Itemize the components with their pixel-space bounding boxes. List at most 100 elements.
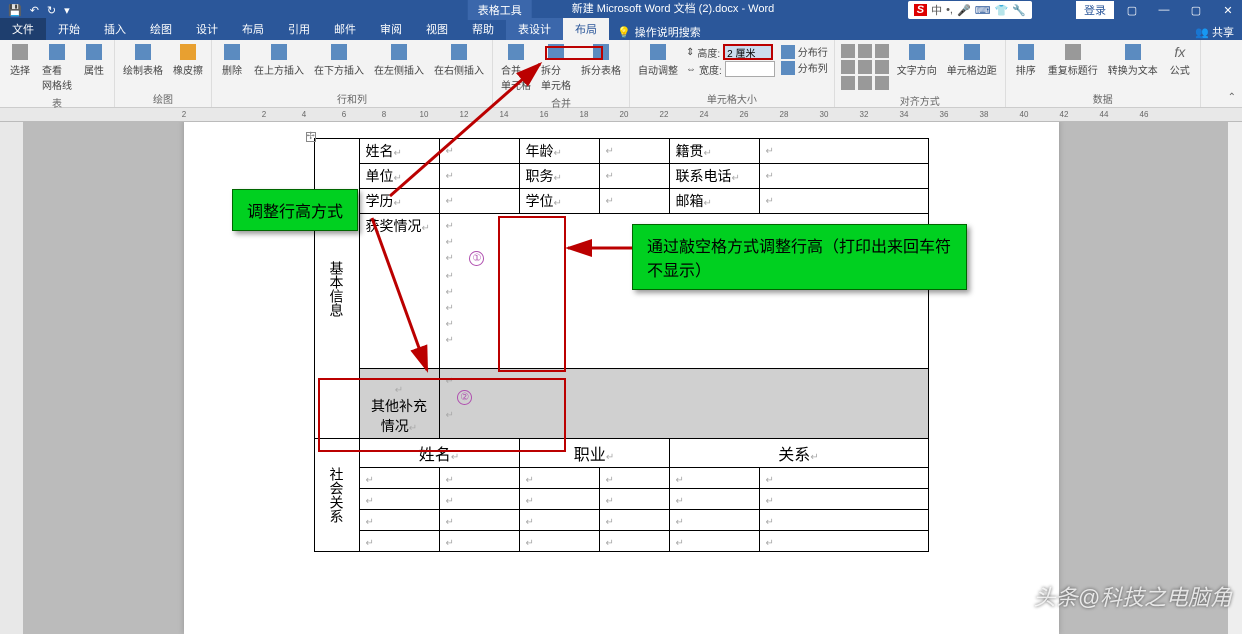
align-ml-icon[interactable]	[841, 60, 855, 74]
text-direction-button[interactable]: 文字方向	[893, 42, 941, 79]
watermark: 头条@科技之电脑角	[1034, 580, 1232, 612]
empty-cell[interactable]: ↵	[766, 146, 774, 157]
ribbon-options-icon[interactable]: ▢	[1118, 0, 1146, 20]
height-input[interactable]	[723, 44, 773, 60]
repeat-header-button[interactable]: 重复标题行	[1044, 42, 1102, 79]
cell-degree[interactable]: 学位	[526, 193, 554, 209]
table-row[interactable]: ↵↵↵↵↵↵	[314, 489, 928, 510]
document-table[interactable]: 基本信息 姓名↵ ↵ 年龄↵ ↵ 籍贯↵ ↵ 单位↵ ↵ 职务↵ ↵ 联系电话↵…	[314, 138, 929, 552]
hdr-relation[interactable]: 关系	[778, 447, 810, 464]
group-table: 选择 查看 网格线 属性 表	[0, 40, 115, 107]
tab-draw[interactable]: 绘图	[138, 18, 184, 40]
merge-cells-button[interactable]: 合并 单元格	[497, 42, 535, 94]
login-button[interactable]: 登录	[1076, 1, 1114, 19]
tab-home[interactable]: 开始	[46, 18, 92, 40]
align-tr-icon[interactable]	[875, 44, 889, 58]
select-button[interactable]: 选择	[4, 42, 36, 79]
ruler-vertical[interactable]	[0, 122, 24, 634]
align-bc-icon[interactable]	[858, 76, 872, 90]
eraser-button[interactable]: 橡皮擦	[169, 42, 207, 79]
draw-table-button[interactable]: 绘制表格	[119, 42, 167, 79]
table-row[interactable]: 学历↵ ↵ 学位↵ ↵ 邮箱↵ ↵	[314, 189, 928, 214]
align-mr-icon[interactable]	[875, 60, 889, 74]
convert-text-button[interactable]: 转换为文本	[1104, 42, 1162, 79]
share-button[interactable]: 👥 共享	[1195, 24, 1234, 40]
cell-name[interactable]: 姓名	[366, 143, 394, 159]
insert-above-button[interactable]: 在上方插入	[250, 42, 308, 79]
empty-cell[interactable]: ↵	[766, 171, 774, 182]
section-social[interactable]: 社会关系	[314, 439, 359, 552]
tab-view[interactable]: 视图	[414, 18, 460, 40]
tell-me-label: 操作说明搜索	[635, 24, 701, 40]
qat-more-icon[interactable]: ▾	[64, 4, 70, 17]
table-row[interactable]: 基本信息 姓名↵ ↵ 年龄↵ ↵ 籍贯↵ ↵	[314, 139, 928, 164]
insert-right-button[interactable]: 在右侧插入	[430, 42, 488, 79]
tab-table-layout[interactable]: 布局	[563, 18, 609, 40]
empty-cell[interactable]: ↵	[446, 171, 454, 182]
width-input[interactable]	[725, 61, 775, 77]
align-bl-icon[interactable]	[841, 76, 855, 90]
align-tl-icon[interactable]	[841, 44, 855, 58]
align-mc-icon[interactable]	[858, 60, 872, 74]
tab-file[interactable]: 文件	[0, 18, 46, 40]
tab-references[interactable]: 引用	[276, 18, 322, 40]
ruler-horizontal[interactable]: 2246810121416182022242628303234363840424…	[0, 108, 1242, 122]
tab-layout[interactable]: 布局	[230, 18, 276, 40]
maximize-icon[interactable]: ▢	[1182, 0, 1210, 20]
scrollbar-vertical[interactable]	[1228, 122, 1242, 634]
insert-left-button[interactable]: 在左侧插入	[370, 42, 428, 79]
tab-table-design[interactable]: 表设计	[506, 18, 563, 40]
tab-insert[interactable]: 插入	[92, 18, 138, 40]
delete-button[interactable]: 删除	[216, 42, 248, 79]
tab-help[interactable]: 帮助	[460, 18, 506, 40]
table-row[interactable]: ↵↵↵↵↵↵	[314, 468, 928, 489]
formula-button[interactable]: fx公式	[1164, 42, 1196, 79]
cell-origin[interactable]: 籍贯	[676, 143, 704, 159]
empty-cell[interactable]: ↵	[606, 171, 614, 182]
sort-label: 排序	[1016, 62, 1036, 77]
view-gridlines-button[interactable]: 查看 网格线	[38, 42, 76, 94]
empty-cell[interactable]: ↵	[766, 196, 774, 207]
cell-email[interactable]: 邮箱	[676, 193, 704, 209]
align-br-icon[interactable]	[875, 76, 889, 90]
cell-margins-button[interactable]: 单元格边距	[943, 42, 1001, 79]
table-row[interactable]: ↵↵↵↵↵↵	[314, 531, 928, 552]
redo-icon[interactable]: ↻	[47, 4, 56, 17]
sort-button[interactable]: 排序	[1010, 42, 1042, 79]
hdr-occupation[interactable]: 职业	[574, 447, 606, 464]
empty-cell[interactable]: ↵	[606, 146, 614, 157]
dist-rows-button[interactable]: 分布行	[781, 44, 828, 59]
collapse-ribbon-icon[interactable]: ⌃	[1228, 92, 1236, 103]
undo-icon[interactable]: ↶	[30, 4, 39, 17]
insert-left-label: 在左侧插入	[374, 62, 424, 77]
ime-toolbar[interactable]: S 中 •, 🎤 ⌨ 👕 🔧	[908, 1, 1032, 19]
empty-cell[interactable]: ↵	[606, 196, 614, 207]
tell-me-search[interactable]: 💡 操作说明搜索	[617, 24, 701, 40]
dist-cols-button[interactable]: 分布列	[781, 60, 828, 75]
tab-review[interactable]: 审阅	[368, 18, 414, 40]
table-row[interactable]: ↵↵↵↵↵↵	[314, 510, 928, 531]
properties-label: 属性	[84, 62, 104, 77]
cell-education[interactable]: 学历	[366, 193, 394, 209]
group-alignment: 文字方向 单元格边距 对齐方式	[835, 40, 1006, 107]
tab-design[interactable]: 设计	[184, 18, 230, 40]
insert-below-button[interactable]: 在下方插入	[310, 42, 368, 79]
autofit-button[interactable]: 自动调整	[634, 42, 682, 79]
cell-age[interactable]: 年龄	[526, 143, 554, 159]
group-draw-label: 绘图	[119, 90, 207, 107]
empty-cell[interactable]: ↵	[446, 196, 454, 207]
cell-awards[interactable]: 获奖情况	[366, 218, 422, 234]
tab-mailings[interactable]: 邮件	[322, 18, 368, 40]
repeat-hdr-label: 重复标题行	[1048, 62, 1098, 77]
table-tools-label: 表格工具	[468, 0, 532, 20]
align-tc-icon[interactable]	[858, 44, 872, 58]
close-icon[interactable]: ✕	[1214, 0, 1242, 20]
cell-position[interactable]: 职务	[526, 168, 554, 184]
properties-button[interactable]: 属性	[78, 42, 110, 79]
minimize-icon[interactable]: —	[1150, 0, 1178, 20]
save-icon[interactable]: 💾	[8, 4, 22, 17]
empty-cell[interactable]: ↵	[446, 146, 454, 157]
cell-phone[interactable]: 联系电话	[676, 168, 732, 184]
table-row[interactable]: 单位↵ ↵ 职务↵ ↵ 联系电话↵ ↵	[314, 164, 928, 189]
cell-unit[interactable]: 单位	[366, 168, 394, 184]
